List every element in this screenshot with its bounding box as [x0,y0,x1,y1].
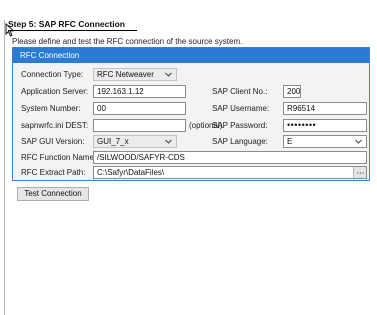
ellipsis-icon [356,172,364,174]
rfc-extract-path-label: RFC Extract Path: [21,168,86,177]
panel-header: RFC Connection [13,48,369,63]
test-connection-button[interactable]: Test Connection [17,187,89,201]
step-description: Please define and test the RFC connectio… [12,37,243,46]
connection-type-value: RFC Netweaver [97,70,154,79]
rfc-connection-panel: RFC Connection Connection Type: Applicat… [12,47,370,181]
sapnwrfc-dest-input[interactable] [93,119,186,132]
rfc-function-name-input[interactable]: /SILWOOD/SAFYR-CDS [93,151,367,164]
sap-password-input[interactable]: •••••••• [283,119,367,132]
step-title: Step 5: SAP RFC Connection [8,19,125,29]
chevron-down-icon [165,72,172,77]
connection-type-select[interactable]: RFC Netweaver [93,68,177,81]
chevron-down-icon [355,139,362,144]
sap-gui-version-select[interactable]: GUI_7_x [93,135,177,148]
system-number-input[interactable]: 00 [93,102,186,115]
left-border [4,20,5,315]
connection-type-label: Connection Type: [21,70,84,79]
sap-gui-version-value: GUI_7_x [97,137,129,146]
sap-username-label: SAP Username: [212,104,270,113]
rfc-extract-path-input[interactable]: C:\Safyr\DataFiles\ [93,166,367,179]
application-server-input[interactable]: 192.163.1.12 [93,85,186,98]
sap-username-input[interactable]: R96514 [283,102,367,115]
step-title-underline [8,30,137,31]
sap-language-select[interactable]: E [283,135,367,148]
sap-password-label: SAP Password: [212,121,268,130]
sap-gui-version-label: SAP GUI Version: [21,137,85,146]
browse-button[interactable] [353,167,366,178]
sapnwrfc-dest-label: sapnwrfc.ini DEST: [21,121,89,130]
system-number-label: System Number: [21,104,81,113]
chevron-down-icon [165,139,172,144]
sap-language-label: SAP Language: [212,137,268,146]
rfc-extract-path-value: C:\Safyr\DataFiles\ [97,168,165,177]
application-server-label: Application Server: [21,87,89,96]
sap-language-value: E [287,137,293,146]
rfc-function-name-label: RFC Function Name: [21,153,97,162]
sap-client-no-label: SAP Client No.: [212,87,268,96]
sap-client-no-input[interactable]: 200 [283,85,301,98]
